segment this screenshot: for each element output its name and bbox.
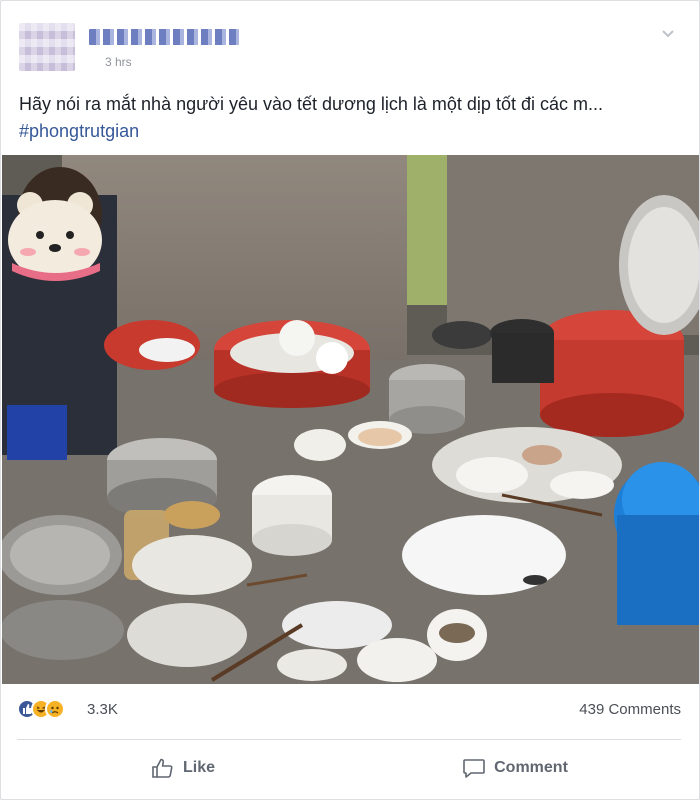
post-header: 3 hrs: [19, 19, 681, 75]
reactions-summary[interactable]: 3.3K 439 Comments: [17, 697, 681, 721]
post-timestamp[interactable]: 3 hrs: [105, 55, 132, 69]
divider: [17, 739, 681, 740]
post-photo[interactable]: [2, 155, 699, 684]
reaction-count[interactable]: 3.3K: [87, 701, 118, 718]
comment-button[interactable]: Comment: [349, 747, 681, 789]
like-button-label: Like: [182, 759, 215, 776]
sad-icon: [45, 699, 65, 719]
post-card: 3 hrs Hãy nói ra mắt nhà người yêu vào t…: [0, 0, 700, 800]
author-name[interactable]: [89, 29, 239, 45]
comment-button-label: Comment: [494, 759, 568, 776]
hashtag-link[interactable]: #phongtrutgian: [19, 118, 139, 145]
comments-count[interactable]: 439 Comments: [579, 701, 681, 718]
avatar[interactable]: [19, 23, 75, 71]
comment-icon: [463, 759, 485, 778]
bear-sticker: [8, 192, 102, 281]
like-button[interactable]: Like: [17, 747, 349, 789]
chevron-down-icon[interactable]: [659, 25, 677, 43]
post-text: Hãy nói ra mắt nhà người yêu vào tết dươ…: [19, 94, 603, 114]
thumbs-up-icon: [152, 758, 173, 778]
post-actions: Like Comment: [17, 747, 681, 789]
reaction-icons[interactable]: [17, 697, 89, 721]
